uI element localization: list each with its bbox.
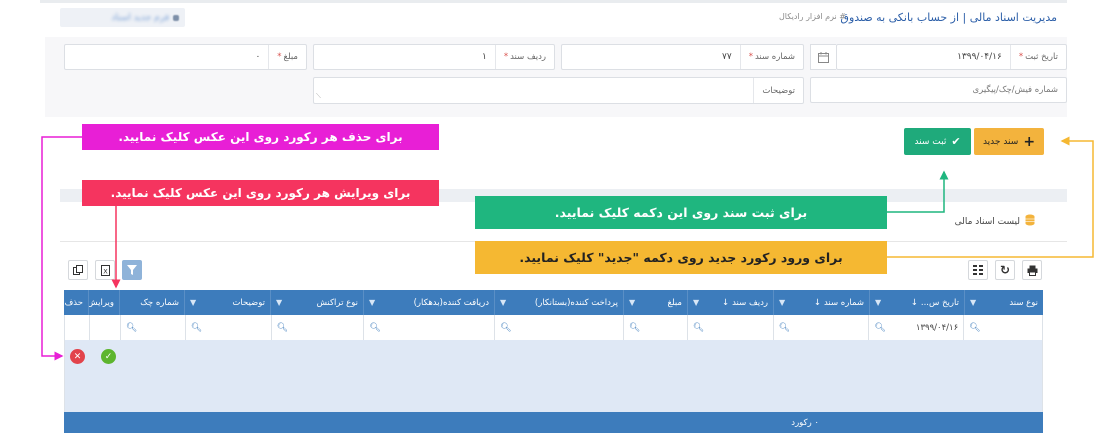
save-arrow xyxy=(887,170,949,213)
new-arrow xyxy=(887,136,1094,258)
callout-arrows xyxy=(41,136,1094,361)
delete-arrow xyxy=(41,136,82,361)
